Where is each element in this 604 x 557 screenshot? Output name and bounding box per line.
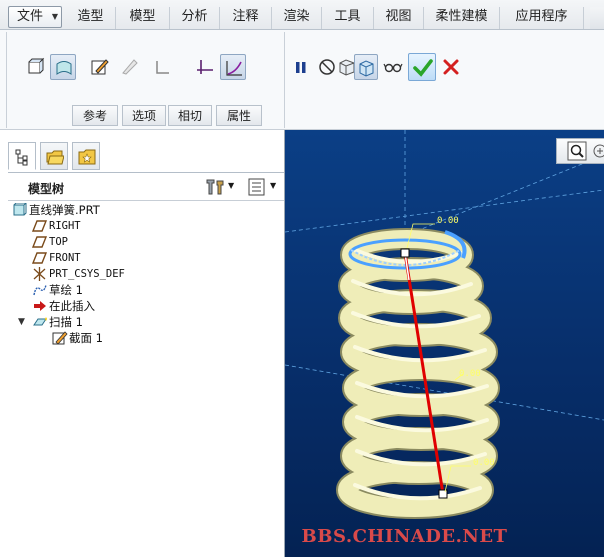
- pause-icon: [296, 62, 306, 73]
- tab-applications[interactable]: 应用程序: [500, 7, 584, 29]
- file-menu-label: 文件: [16, 9, 43, 24]
- close-icon: [443, 59, 459, 75]
- watermark: BBS.CHINADE.NET: [301, 526, 508, 547]
- tab-view[interactable]: 视图: [374, 7, 424, 29]
- tree-item-label: 在此插入: [49, 299, 95, 313]
- model-canvas: [285, 130, 604, 519]
- surface-button[interactable]: [50, 54, 76, 80]
- glasses-icon: [383, 63, 403, 73]
- tree-item-label: PRT_CSYS_DEF: [49, 268, 125, 280]
- tab-options[interactable]: 选项: [122, 105, 166, 126]
- pause-button[interactable]: [288, 54, 314, 80]
- tab-modeling[interactable]: 造型: [66, 7, 116, 29]
- constant-section-icon: [197, 60, 213, 74]
- dimension-value[interactable]: 0.00: [473, 458, 495, 468]
- tree-item-label: 截面 1: [69, 331, 103, 345]
- tab-overflow[interactable]: [590, 7, 604, 29]
- model-tree-icon: [15, 149, 28, 166]
- tree-item-label: 草绘 1: [49, 283, 83, 297]
- ribbon-tab-bar: 文件 ▼ 造型 模型 分析 注释 渲染 工具 视图 柔性建模 应用程序: [0, 0, 604, 30]
- favorites-folder-icon: [78, 149, 96, 165]
- thicken-icon: [156, 61, 169, 74]
- insert-arrow-icon: [34, 301, 46, 311]
- model-tree-header: 模型树 ▼ ▼: [8, 172, 284, 200]
- tab-favorites[interactable]: [72, 142, 100, 170]
- thicken-button[interactable]: [150, 54, 176, 80]
- constant-section-button[interactable]: [192, 54, 218, 80]
- tab-properties[interactable]: 属性: [216, 105, 262, 126]
- chevron-down-icon: ▼: [228, 181, 235, 190]
- glasses-preview-button[interactable]: [380, 54, 406, 80]
- tree-item-label: TOP: [49, 236, 68, 248]
- csys-icon: [33, 267, 46, 281]
- tree-item-label: RIGHT: [49, 220, 81, 232]
- verify-preview-button[interactable]: [354, 54, 378, 80]
- sweep-dashboard: 参考 选项 相切 属性: [0, 30, 604, 130]
- navigator-panel: 模型树 ▼ ▼ 直线弹簧.PRT RIGHT TOP FRONT PRT_CSY…: [0, 130, 285, 557]
- tab-model-tree[interactable]: [8, 142, 36, 170]
- model-tree: 直线弹簧.PRT RIGHT TOP FRONT PRT_CSYS_DEF 草绘…: [8, 200, 284, 345]
- dimension-value[interactable]: 0.00: [459, 369, 481, 379]
- solid-icon: [28, 57, 45, 74]
- folder-icon: [46, 150, 64, 165]
- view-toolbar: [556, 138, 604, 164]
- tab-tools[interactable]: 工具: [322, 7, 374, 29]
- datum-plane-icon: [32, 236, 48, 248]
- part-icon: [13, 203, 27, 216]
- list-icon: [248, 178, 265, 196]
- tab-annotate[interactable]: 注释: [220, 7, 272, 29]
- divider: [284, 32, 285, 128]
- model-tree-title: 模型树: [28, 182, 65, 196]
- surface-icon: [56, 61, 72, 75]
- tab-analysis[interactable]: 分析: [170, 7, 220, 29]
- sketch-icon: [33, 284, 47, 296]
- divider: [6, 32, 7, 128]
- end-handle[interactable]: [438, 489, 448, 499]
- remove-material-icon: [122, 59, 138, 75]
- file-menu[interactable]: 文件 ▼: [8, 6, 62, 28]
- solid-button[interactable]: [22, 54, 48, 80]
- tree-item-label: 扫描 1: [49, 315, 83, 329]
- tab-references[interactable]: 参考: [72, 105, 118, 126]
- tree-item-label: FRONT: [49, 252, 81, 264]
- sketch-edit-icon: [91, 59, 109, 75]
- tab-render[interactable]: 渲染: [272, 7, 322, 29]
- tree-settings-button[interactable]: ▼: [204, 177, 240, 197]
- verify-preview-icon: [359, 60, 374, 77]
- checkmark-icon: [413, 59, 433, 77]
- tab-folder-browser[interactable]: [40, 142, 68, 170]
- tools-icon: [206, 179, 224, 195]
- section-icon: [52, 331, 68, 345]
- chevron-down-icon: ▼: [270, 181, 277, 190]
- graphics-window[interactable]: 0.00 0.00 0.00 BBS.CHINADE.NET: [285, 130, 604, 557]
- dimension-value[interactable]: 0.00: [437, 216, 459, 226]
- variable-section-button[interactable]: [220, 54, 246, 80]
- refit-icon[interactable]: [591, 141, 604, 161]
- tree-item-label: 直线弹簧.PRT: [29, 203, 100, 217]
- datum-plane-icon: [32, 252, 48, 264]
- variable-section-icon: [226, 61, 242, 76]
- chevron-down-icon: ▼: [51, 12, 58, 21]
- remove-material-button[interactable]: [117, 54, 143, 80]
- sweep-icon: [33, 317, 47, 326]
- tab-model[interactable]: 模型: [116, 7, 170, 29]
- datum-plane-icon: [32, 220, 48, 232]
- collapse-icon[interactable]: ▼: [18, 317, 25, 327]
- tab-tangency[interactable]: 相切: [168, 105, 212, 126]
- start-handle[interactable]: [400, 248, 410, 258]
- ok-button[interactable]: [408, 53, 436, 81]
- cancel-button[interactable]: [438, 54, 464, 80]
- tree-show-button[interactable]: ▼: [246, 177, 282, 197]
- tab-flexible-modeling[interactable]: 柔性建模: [424, 7, 500, 29]
- zoom-icon[interactable]: [567, 141, 587, 161]
- edit-section-button[interactable]: [86, 54, 112, 80]
